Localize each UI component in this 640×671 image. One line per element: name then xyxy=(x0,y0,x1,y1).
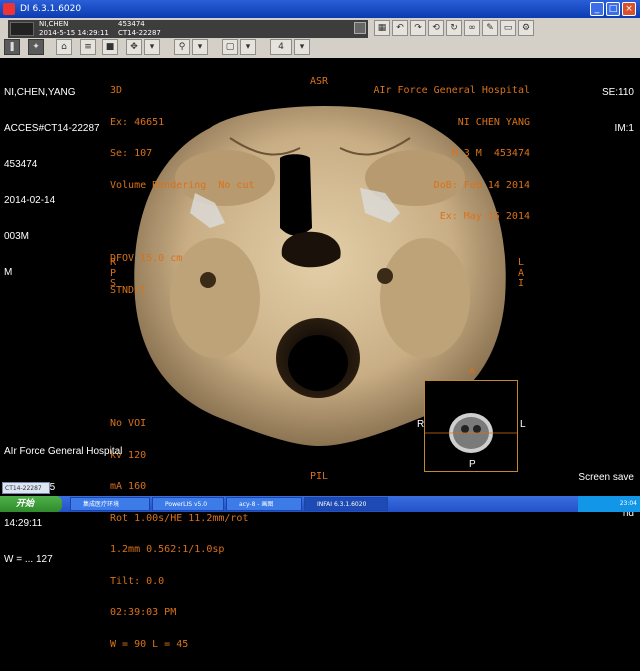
overlay-top-right: AIr Force General Hospital NI CHEN YANG … xyxy=(352,65,530,244)
select-icon[interactable]: ❚ xyxy=(4,39,20,55)
overlay-sex-age-id: M 3 M 453474 xyxy=(451,148,530,159)
overlay-patient-name: NI,CHEN,YANG xyxy=(4,87,76,98)
overlay-render-info: 3D Ex: 46651 Se: 107 Volume Rendering No… xyxy=(110,65,255,317)
patient-id: 453474 xyxy=(118,20,145,28)
tech-kv: kv 120 xyxy=(110,449,147,461)
taskbar-item-powerlis[interactable]: PowerLIS v5.0 xyxy=(152,497,224,511)
overlay-age: 003M xyxy=(4,231,30,242)
window-title: DI 6.3.1.6020 xyxy=(20,4,82,14)
toolbar-row-bottom: ❚ ✦ ⌂ ≡ ■ ✥ ▾ ⚲ ▾ ▢ ▾ 4 ▾ xyxy=(4,39,310,55)
eraser-icon[interactable]: ▭ xyxy=(500,20,516,36)
folder-icon[interactable] xyxy=(354,22,366,34)
orientation-top: ASR xyxy=(310,76,329,87)
page-icon[interactable]: ▢ xyxy=(222,39,238,55)
tech-voi: No VOI xyxy=(110,418,147,429)
overlay-study-time: 14:29:11 xyxy=(4,518,43,529)
undo-icon[interactable]: ↶ xyxy=(392,20,408,36)
reference-inset[interactable]: A R L P xyxy=(417,366,526,472)
clock: 23:04 xyxy=(619,500,637,507)
overlay-series-info: SE:110 IM:1 xyxy=(596,63,634,159)
render-mode-3d: 3D xyxy=(110,85,123,96)
tech-ma: mA 160 xyxy=(110,481,147,492)
inset-axial-slice xyxy=(425,413,517,453)
tech-thickness: 1.2mm 0.562:1/1.0sp xyxy=(110,544,225,555)
taskbar-item-viewer[interactable]: INFAI 6.3.1.6020 xyxy=(304,497,388,511)
render-type: Volume Rendering No cut xyxy=(110,179,255,191)
inset-orientation-top: A xyxy=(469,366,476,377)
tech-time: 02:39:03 PM xyxy=(110,607,177,618)
toolbar-row-top: ▦ ↶ ↷ ⟲ ↻ ∞ ✎ ▭ ⚙ xyxy=(374,20,636,36)
overlay-dob-right: DoB: Feb 14 2014 xyxy=(433,179,530,191)
close-button[interactable]: × xyxy=(622,2,636,16)
maximize-button[interactable]: □ xyxy=(606,2,620,16)
page-dropdown-icon[interactable]: ▾ xyxy=(240,39,256,55)
layout-dropdown-icon[interactable]: ▾ xyxy=(294,39,310,55)
home-icon[interactable]: ⌂ xyxy=(56,39,72,55)
inset-orientation-right: L xyxy=(520,419,526,430)
image-viewport[interactable]: NI,CHEN,YANG ACCES#CT14-22287 453474 201… xyxy=(0,58,640,649)
pen-icon[interactable] xyxy=(10,22,34,36)
minimize-button[interactable]: _ xyxy=(590,2,604,16)
taskbar: 开始 集成医疗环境 PowerLIS v5.0 acy-8 - 画图 INFAI… xyxy=(0,496,640,512)
accession: CT14-22287 xyxy=(118,29,161,37)
tech-rotation: Rot 1.00s/HE 11.2mm/rot xyxy=(110,512,249,524)
rotate-icon[interactable]: ↻ xyxy=(446,20,462,36)
move-icon[interactable]: ✥ xyxy=(126,39,142,55)
render-series: Se: 107 xyxy=(110,148,153,159)
overlay-series-number: SE:110 xyxy=(601,87,634,98)
patient-name: NI,CHEN xyxy=(39,20,69,28)
accession-tooltip: CT14-22287 xyxy=(2,482,50,494)
move-dropdown-icon[interactable]: ▾ xyxy=(144,39,160,55)
orientation-bottom: PIL xyxy=(310,471,329,482)
overlay-accession: ACCES#CT14-22287 xyxy=(4,123,100,134)
overlay-image-number: IM:1 xyxy=(614,123,634,134)
taskbar-item-medical[interactable]: 集成医疗环境 xyxy=(70,497,150,511)
edit-icon[interactable]: ✎ xyxy=(482,20,498,36)
render-kernel: STND/I xyxy=(110,284,147,296)
link-icon[interactable]: ∞ xyxy=(464,20,480,36)
patient-strip: NI,CHEN 453474 2014-5-15 14:29:11 CT14-2… xyxy=(8,20,368,38)
overlay-patient-name-right: NI CHEN YANG xyxy=(457,116,530,128)
taskbar-item-paint[interactable]: acy-8 - 画图 xyxy=(226,497,302,511)
tech-window-level: W = 90 L = 45 xyxy=(110,638,189,650)
settings-icon[interactable]: ⚙ xyxy=(518,20,534,36)
overlay-hospital: AIr Force General Hospital xyxy=(373,85,530,96)
inset-orientation-bottom: P xyxy=(469,459,476,470)
grid-icon[interactable]: ▦ xyxy=(374,20,390,36)
overlay-hospital-bottom: AIr Force General Hospital xyxy=(4,446,123,457)
box-icon[interactable]: ■ xyxy=(102,39,118,55)
overlay-tech-info: No VOI kv 120 mA 160 Rot 1.00s/HE 11.2mm… xyxy=(110,398,248,671)
start-button[interactable]: 开始 xyxy=(0,496,62,512)
orientation-left: R P S xyxy=(110,257,117,289)
toolbar: NI,CHEN 453474 2014-5-15 14:29:11 CT14-2… xyxy=(0,18,640,59)
system-tray: 23:04 xyxy=(578,496,640,512)
redo-icon[interactable]: ↷ xyxy=(410,20,426,36)
overlay-exam-date: Ex: May 15 2014 xyxy=(439,211,530,222)
pin-icon[interactable]: ✦ xyxy=(28,39,44,55)
study-time: 2014-5-15 14:29:11 xyxy=(39,29,109,37)
screen-save-label: Screen save xyxy=(578,472,634,483)
overlay-patient-id: 453474 xyxy=(4,159,38,170)
overlay-sex: M xyxy=(4,267,13,278)
inset-orientation-left: R xyxy=(417,419,425,430)
zoom-icon[interactable]: ⚲ xyxy=(174,39,190,55)
window-titlebar: DI 6.3.1.6020 _ □ × xyxy=(0,0,640,18)
layout-value[interactable]: 4 xyxy=(270,39,292,55)
zoom-dropdown-icon[interactable]: ▾ xyxy=(192,39,208,55)
overlay-dob: 2014-02-14 xyxy=(4,195,56,206)
overlay-wl-partial: W = ... 127 xyxy=(4,554,53,565)
overlay-top-left: NI,CHEN,YANG ACCES#CT14-22287 453474 201… xyxy=(4,63,100,303)
render-dfov: DFOV 15.0 cm xyxy=(110,253,183,264)
layers-icon[interactable]: ≡ xyxy=(80,39,96,55)
tech-tilt: Tilt: 0.0 xyxy=(110,575,165,587)
orientation-right: L A I xyxy=(518,257,525,289)
app-icon xyxy=(3,3,15,15)
render-exam: Ex: 46651 xyxy=(110,116,165,128)
refresh-icon[interactable]: ⟲ xyxy=(428,20,444,36)
